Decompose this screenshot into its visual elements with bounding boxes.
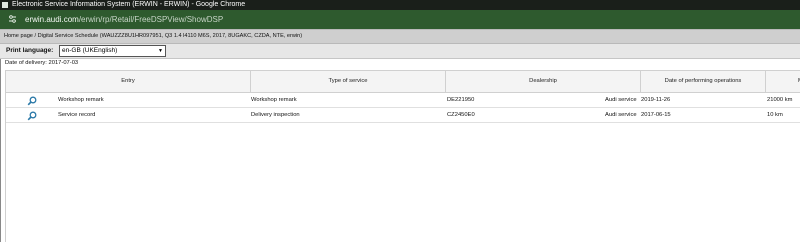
print-language-label: Print language: [6,47,54,54]
url-domain: erwin.audi.com [25,15,79,24]
breadcrumb-text: Home page / Digital Service Schedule (WA… [4,33,303,39]
column-header-mileage[interactable]: M [766,71,800,92]
magnifier-icon[interactable] [27,111,37,121]
print-language-select[interactable]: en-GB (UKEnglish) ▼ [59,45,166,57]
column-header-type[interactable]: Type of service [251,71,446,92]
type-cell: Delivery inspection [251,112,300,118]
entry-cell[interactable]: Workshop remark [58,93,104,107]
print-language-bar: Print language: en-GB (UKEnglish) ▼ [0,44,800,59]
mileage-cell: 10 km [767,112,783,118]
print-language-value: en-GB (UKEnglish) [62,47,118,54]
dealer-code-cell: CZ2450E0 [447,112,475,118]
chevron-down-icon: ▼ [158,48,163,54]
mileage-cell: 21000 km [767,97,793,103]
app-icon [2,2,8,8]
entry-cell[interactable]: Service record [58,108,95,122]
window-title: Electronic Service Information System (E… [12,1,246,8]
service-table: Entry Type of service Dealership Date of… [5,70,800,242]
magnifier-icon[interactable] [27,96,37,106]
address-bar[interactable]: erwin.audi.com/erwin/rp/Retail/FreeDSPVi… [0,10,800,29]
dealer-name-cell: Audi service [605,112,637,118]
type-cell: Workshop remark [251,97,297,103]
table-row: Service record Delivery inspection CZ245… [6,108,800,123]
breadcrumb: Home page / Digital Service Schedule (WA… [0,29,800,44]
page-left-border [0,59,1,242]
table-row: Workshop remark Workshop remark DE221950… [6,93,800,108]
url-path: /erwin/rp/Retail/FreeDSPView/ShowDSP [78,15,224,24]
column-header-date[interactable]: Date of performing operations [641,71,766,92]
dealer-code-cell: DE221950 [447,97,475,103]
table-header: Entry Type of service Dealership Date of… [6,70,800,93]
date-of-delivery: Date of delivery: 2017-07-03 [5,60,79,66]
date-cell: 2019-11-26 [641,97,671,103]
dealer-name-cell: Audi service [605,97,637,103]
browser-titlebar: Electronic Service Information System (E… [0,0,800,10]
column-header-dealership[interactable]: Dealership [446,71,641,92]
column-header-entry[interactable]: Entry [6,71,251,92]
date-cell: 2017-06-15 [641,112,671,118]
site-settings-icon[interactable] [8,14,17,24]
url-text[interactable]: erwin.audi.com/erwin/rp/Retail/FreeDSPVi… [25,10,223,29]
